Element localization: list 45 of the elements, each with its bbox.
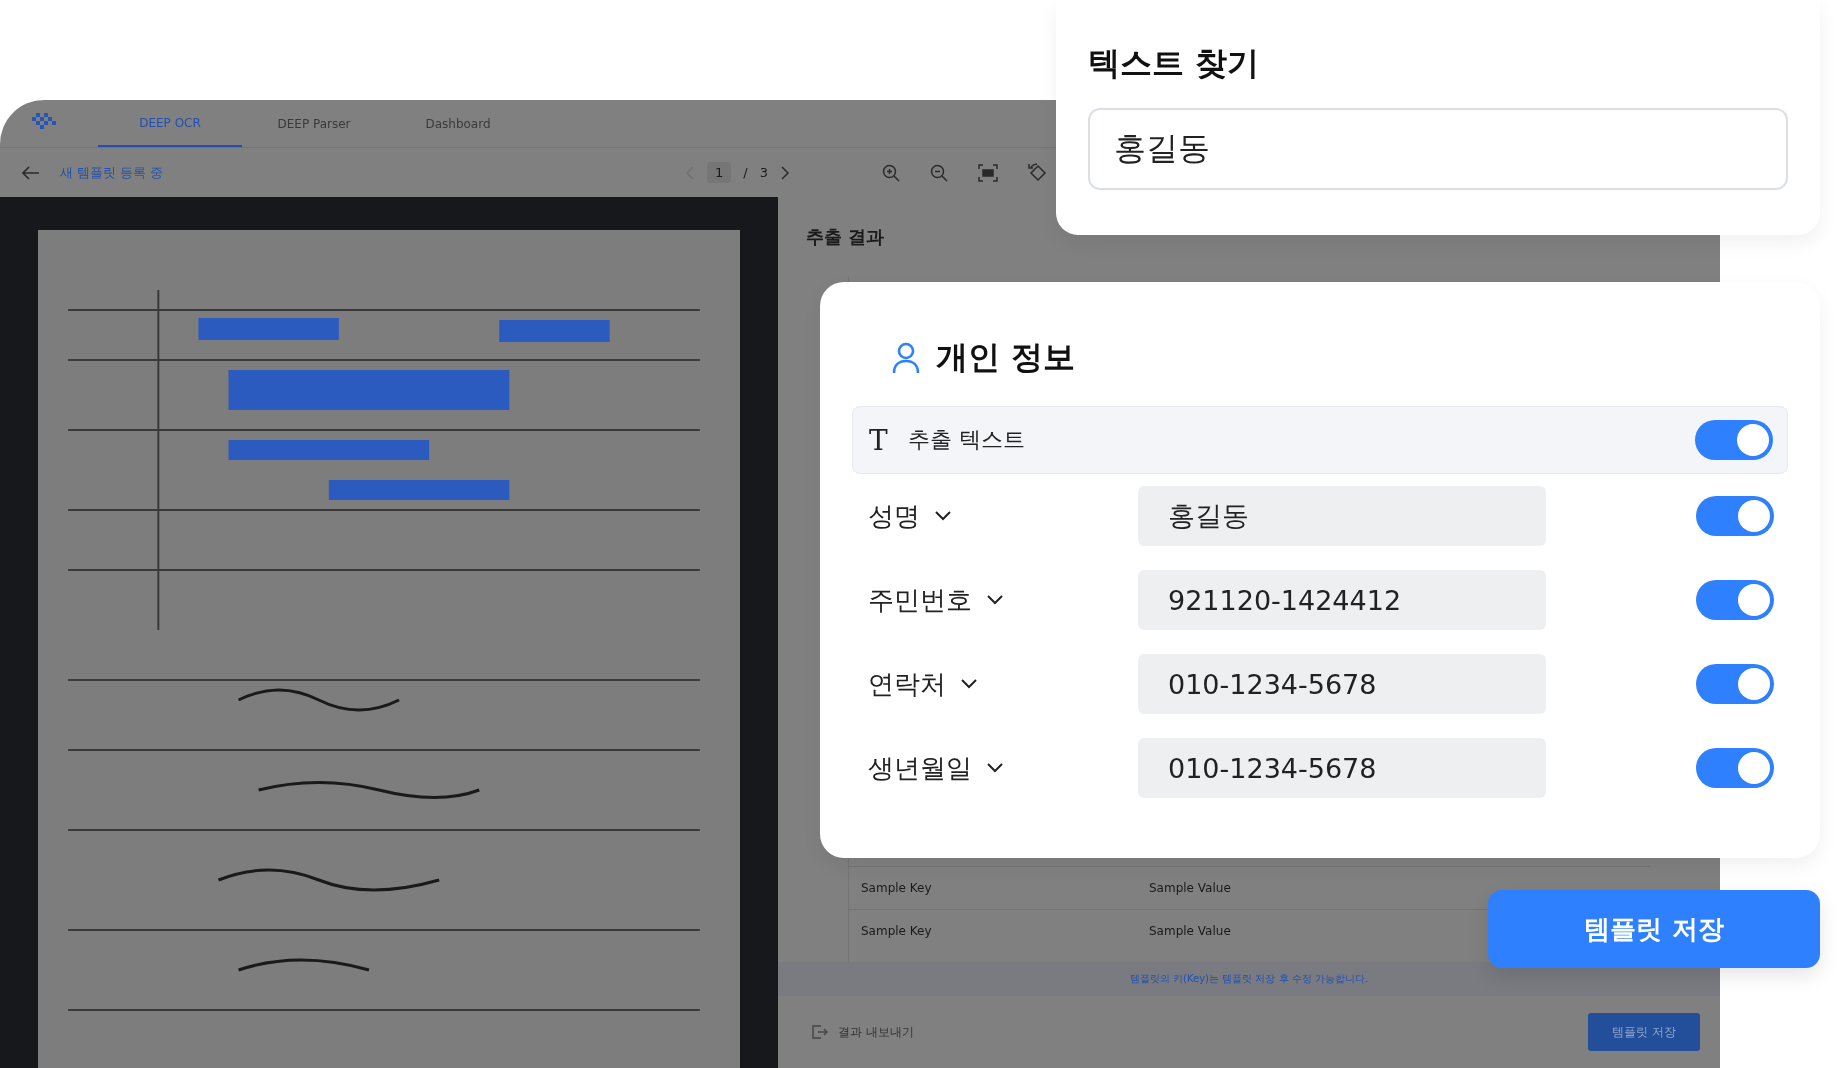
table-cell: Sample Value	[1149, 924, 1231, 938]
chevron-down-icon[interactable]	[934, 511, 952, 521]
zoom-in-icon[interactable]	[882, 163, 900, 182]
results-title: 추출 결과	[805, 225, 886, 249]
table-cell-text: Sample Key	[861, 924, 933, 938]
fit-screen-icon[interactable]	[978, 163, 998, 182]
page-total: 3	[759, 165, 768, 180]
chevron-down-icon[interactable]	[986, 595, 1004, 605]
save-template-button[interactable]: 템플릿 저장	[1588, 1013, 1700, 1051]
chevron-down-icon[interactable]	[986, 763, 1004, 773]
zoom-out-icon[interactable]	[930, 163, 948, 182]
nav-tab[interactable]: DEEP Parser	[242, 100, 386, 147]
value-field[interactable]: 010-1234-5678	[1138, 654, 1546, 714]
export-link[interactable]: 결과 내보내기	[838, 1023, 914, 1041]
search-field[interactable]: 홍길동	[1088, 108, 1788, 190]
toggle-switch[interactable]	[1696, 580, 1774, 620]
value-field[interactable]: 010-1234-5678	[1138, 738, 1546, 798]
table-cell-text: Sample Key	[861, 881, 933, 895]
field-label: 생년월일	[868, 751, 972, 785]
hint-text: 템플릿의 키(Key)는 템플릿 저장 후 수정 가능합니다.	[778, 962, 1720, 996]
toggle-switch[interactable]	[1696, 748, 1774, 788]
toggle-switch[interactable]	[1695, 420, 1773, 460]
value-field[interactable]: 홍길동	[1138, 486, 1546, 546]
chevron-down-icon[interactable]	[960, 679, 978, 689]
extract-text-label: 추출 텍스트	[907, 426, 1025, 454]
chevron-right-icon[interactable]	[780, 165, 790, 180]
value-field[interactable]: 921120-1424412	[1138, 570, 1546, 630]
page-separator: /	[743, 165, 748, 180]
field-label: 성명	[868, 499, 920, 533]
export-icon[interactable]	[812, 1025, 828, 1039]
page-number-field[interactable]: 1	[707, 162, 732, 183]
field-label: 연락처	[868, 667, 946, 701]
breadcrumb-title: 새 템플릿 등록 중	[60, 163, 164, 182]
back-arrow-icon[interactable]	[22, 165, 40, 180]
text-icon: T	[869, 423, 888, 457]
rotate-icon[interactable]	[1028, 162, 1048, 183]
toggle-switch[interactable]	[1696, 496, 1774, 536]
nav-tab[interactable]: Dashboard	[386, 100, 530, 147]
field-label: 주민번호	[868, 583, 972, 617]
toggle-switch[interactable]	[1696, 664, 1774, 704]
search-title: 텍스트 찾기	[1088, 43, 1261, 84]
card-title: 개인 정보	[936, 337, 1076, 378]
table-cell: Sample Value	[1149, 881, 1231, 895]
save-template-button[interactable]: 템플릿 저장	[1488, 890, 1820, 968]
person-icon	[892, 342, 920, 374]
